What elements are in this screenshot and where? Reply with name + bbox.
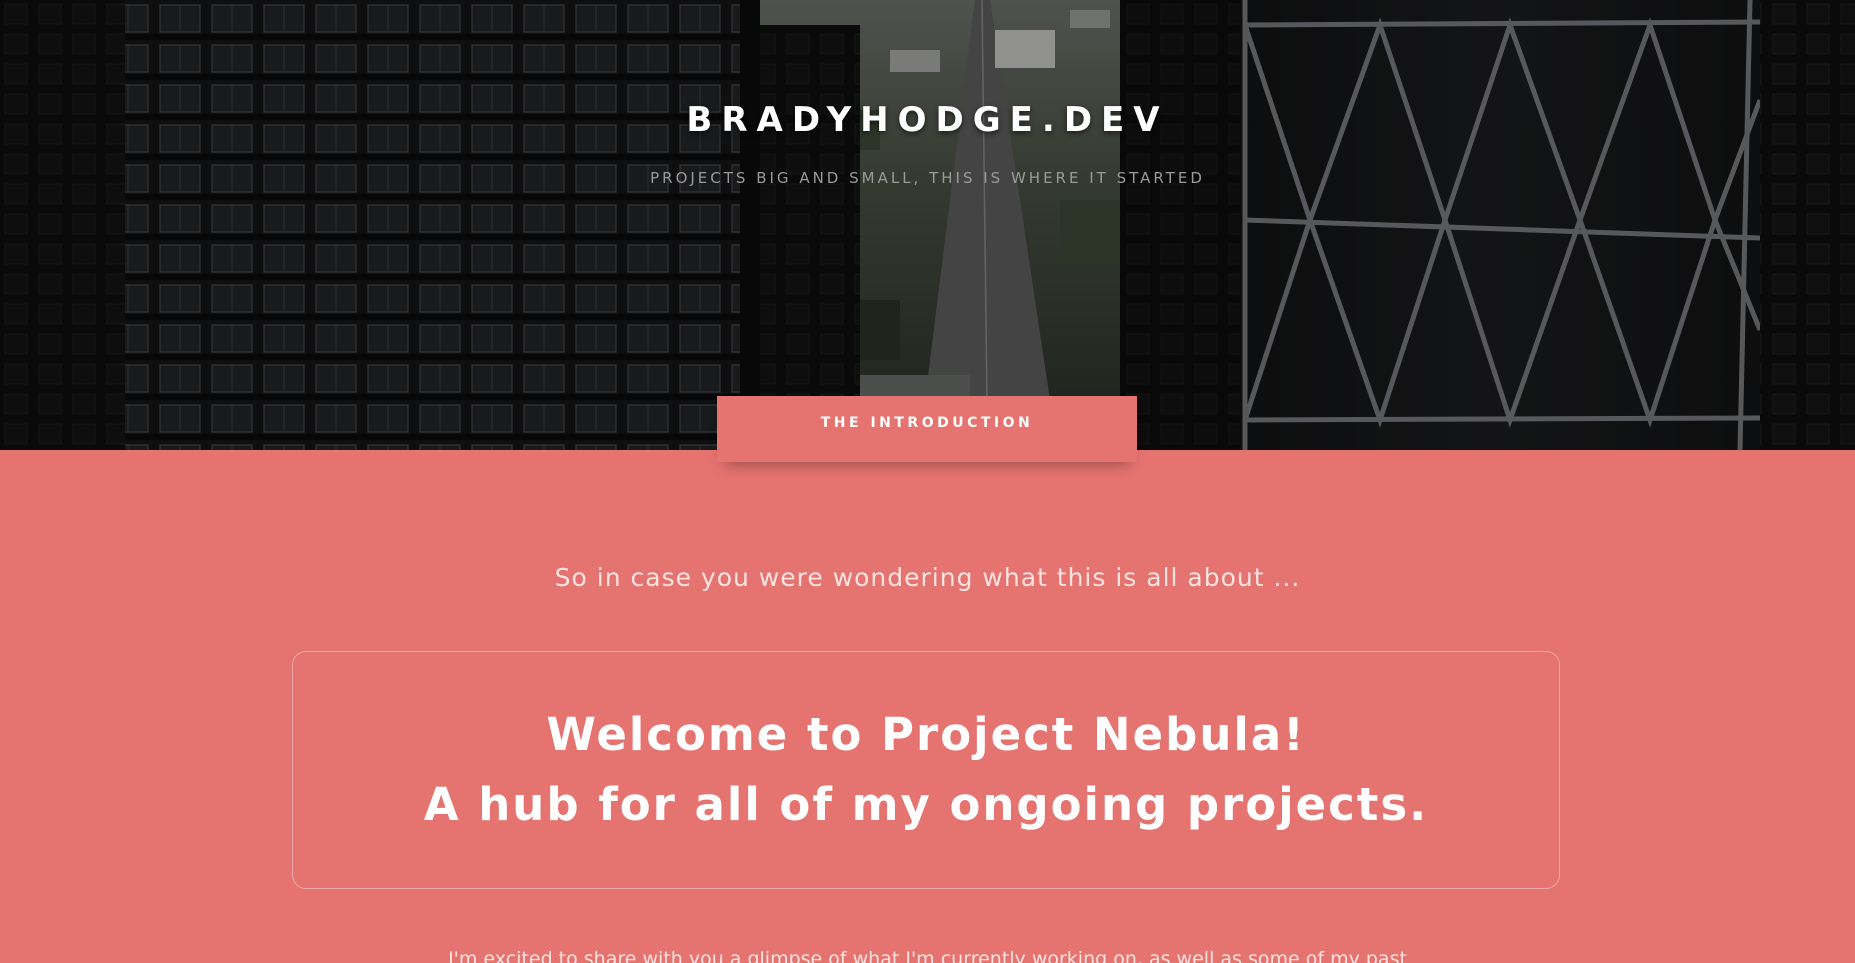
intro-section: So in case you were wondering what this … bbox=[0, 450, 1855, 963]
intro-tab-label: THE INTRODUCTION bbox=[820, 415, 1034, 431]
intro-section-tab: THE INTRODUCTION bbox=[717, 396, 1137, 462]
site-title: BRADYHODGE.DEV bbox=[686, 100, 1169, 140]
hero-banner: BRADYHODGE.DEV PROJECTS BIG AND SMALL, T… bbox=[0, 0, 1855, 450]
welcome-heading: Welcome to Project Nebula! bbox=[546, 708, 1306, 761]
welcome-subheading: A hub for all of my ongoing projects. bbox=[423, 778, 1429, 831]
site-tagline: PROJECTS BIG AND SMALL, THIS IS WHERE IT… bbox=[650, 169, 1205, 187]
intro-body-text: I'm excited to share with you a glimpse … bbox=[448, 948, 1407, 963]
welcome-card: Welcome to Project Nebula! A hub for all… bbox=[292, 651, 1560, 889]
page: BRADYHODGE.DEV PROJECTS BIG AND SMALL, T… bbox=[0, 0, 1855, 963]
hero-background-image bbox=[0, 0, 1855, 450]
intro-lead-text: So in case you were wondering what this … bbox=[554, 563, 1301, 592]
